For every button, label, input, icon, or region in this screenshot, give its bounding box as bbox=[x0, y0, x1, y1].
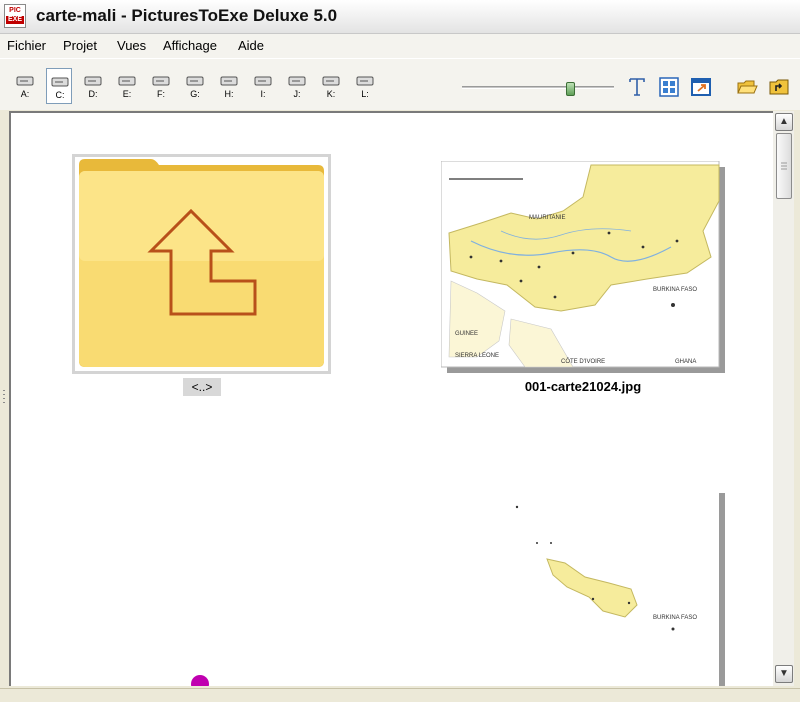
text-icon[interactable] bbox=[626, 76, 648, 98]
vertical-scrollbar[interactable]: ▲ ▼ bbox=[773, 111, 794, 686]
scroll-thumb[interactable] bbox=[776, 133, 792, 199]
app-icon: PIC EXE bbox=[4, 4, 26, 28]
inset-label-burkina-faso: BURKINA FASO bbox=[653, 615, 697, 621]
drive-button-l[interactable]: L: bbox=[352, 68, 378, 104]
drive-icon bbox=[322, 76, 340, 86]
parent-folder-label[interactable]: <..> bbox=[183, 378, 221, 396]
window-title: carte-mali - PicturesToExe Deluxe 5.0 bbox=[36, 6, 338, 25]
drive-button-h[interactable]: H: bbox=[216, 68, 242, 104]
drive-label: I: bbox=[260, 89, 266, 99]
image-thumbnail-2[interactable]: BURKINA FASO bbox=[497, 493, 725, 686]
drive-icon bbox=[118, 76, 136, 86]
drive-label: K: bbox=[326, 89, 336, 99]
drive-label: C: bbox=[55, 90, 65, 100]
drive-button-f[interactable]: F: bbox=[148, 68, 174, 104]
status-bar bbox=[0, 688, 800, 702]
map-label-ghana: GHANA bbox=[675, 359, 696, 365]
drive-icon bbox=[186, 76, 204, 86]
menu-aide[interactable]: Aide bbox=[238, 38, 264, 53]
map-label-guinee: GUINEE bbox=[455, 331, 478, 337]
drive-label: G: bbox=[190, 89, 200, 99]
app-icon-text-top: PIC bbox=[9, 7, 21, 14]
drive-icon bbox=[254, 76, 272, 86]
zoom-slider[interactable] bbox=[462, 82, 614, 96]
menu-bar: Fichier Projet Vues Affichage Aide bbox=[0, 34, 800, 58]
drive-button-d[interactable]: D: bbox=[80, 68, 106, 104]
open-folder-icon[interactable] bbox=[736, 76, 758, 98]
drive-button-g[interactable]: G: bbox=[182, 68, 208, 104]
image-thumbnail[interactable]: MAURITANIE BURKINA FASO GUINEE SIERRA LE… bbox=[440, 160, 725, 373]
drive-button-c[interactable]: C: bbox=[46, 68, 72, 104]
drive-label: H: bbox=[224, 89, 234, 99]
file-browser[interactable]: <..> MAURITANIE BURKINA FASO GUINEE SIER… bbox=[9, 111, 773, 686]
scroll-up-button[interactable]: ▲ bbox=[775, 113, 793, 131]
marker-dot bbox=[191, 675, 209, 686]
drive-label: E: bbox=[122, 89, 132, 99]
drive-icon bbox=[16, 76, 34, 86]
folder-up-icon bbox=[79, 159, 324, 367]
drive-label: L: bbox=[361, 89, 369, 99]
drive-icon bbox=[152, 76, 170, 86]
title-bar[interactable]: PIC EXE carte-mali - PicturesToExe Delux… bbox=[0, 0, 800, 34]
menu-fichier[interactable]: Fichier bbox=[7, 38, 46, 53]
app-icon-text-bottom: EXE bbox=[6, 16, 24, 24]
drive-button-j[interactable]: J: bbox=[284, 68, 310, 104]
parent-folder-tile[interactable] bbox=[72, 154, 331, 374]
drive-label: J: bbox=[293, 89, 301, 99]
drive-button-a[interactable]: A: bbox=[12, 68, 38, 104]
map-label-sierra-leone: SIERRA LEONE bbox=[455, 353, 499, 359]
drive-icon bbox=[288, 76, 306, 86]
map-label-cote-divoire: CÔTE D'IVOIRE bbox=[561, 358, 605, 365]
image-filename[interactable]: 001-carte21024.jpg bbox=[441, 379, 725, 394]
map-label-mauritanie: MAURITANIE bbox=[529, 215, 566, 221]
window-view-icon[interactable] bbox=[690, 76, 712, 98]
drive-icon bbox=[51, 77, 69, 87]
zoom-slider-track[interactable] bbox=[462, 86, 614, 89]
drive-button-k[interactable]: K: bbox=[318, 68, 344, 104]
drive-button-i[interactable]: I: bbox=[250, 68, 276, 104]
map-label-burkina-faso: BURKINA FASO bbox=[653, 287, 697, 293]
parent-folder-icon[interactable] bbox=[768, 76, 790, 98]
scroll-down-button[interactable]: ▼ bbox=[775, 665, 793, 683]
drive-icon bbox=[220, 76, 238, 86]
splitter-grip[interactable] bbox=[2, 388, 6, 408]
drive-button-e[interactable]: E: bbox=[114, 68, 140, 104]
map-thumbnail: MAURITANIE BURKINA FASO GUINEE SIERRA LE… bbox=[440, 160, 725, 373]
drive-label: D: bbox=[88, 89, 98, 99]
zoom-slider-thumb[interactable] bbox=[566, 82, 575, 96]
drive-icon bbox=[84, 76, 102, 86]
menu-affichage[interactable]: Affichage bbox=[163, 38, 217, 53]
drive-label: A: bbox=[20, 89, 30, 99]
drive-icon bbox=[356, 76, 374, 86]
menu-vues[interactable]: Vues bbox=[117, 38, 146, 53]
drive-label: F: bbox=[157, 89, 165, 99]
map-inset-thumbnail: BURKINA FASO bbox=[497, 493, 725, 686]
thumbnail-view-icon[interactable] bbox=[658, 76, 680, 98]
menu-projet[interactable]: Projet bbox=[63, 38, 97, 53]
